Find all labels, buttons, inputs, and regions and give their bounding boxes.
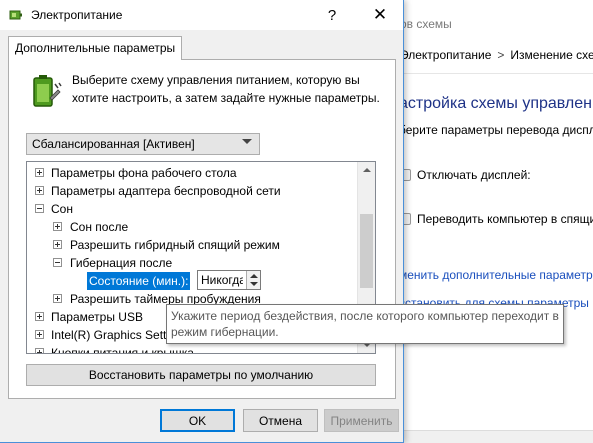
breadcrumb-item-edit-plan[interactable]: Изменение схем xyxy=(510,48,593,62)
tree-item-desktop-background[interactable]: Параметры фона рабочего стола xyxy=(27,164,357,182)
tree-item-label: Кнопки питания и крышка xyxy=(51,346,194,354)
cancel-button[interactable]: Отмена xyxy=(243,409,318,432)
breadcrumb-item-power[interactable]: Электропитание xyxy=(400,48,491,62)
power-options-dialog: Электропитание ? ✕ Дополнительные параме… xyxy=(0,0,404,443)
tree-item-sleep-after[interactable]: Сон после xyxy=(27,218,357,236)
tab-advanced-settings[interactable]: Дополнительные параметры xyxy=(8,36,183,60)
restore-defaults-button[interactable]: Восстановить параметры по умолчанию xyxy=(26,364,376,386)
tree-item-label: Гибернация после xyxy=(70,256,173,270)
close-button[interactable]: ✕ xyxy=(357,0,403,30)
expand-icon[interactable] xyxy=(53,222,62,231)
tree-item-hibernate-after[interactable]: Гибернация после xyxy=(27,254,357,272)
display-off-label: Отключать дисплей: xyxy=(417,168,531,182)
expand-icon[interactable] xyxy=(35,348,44,353)
spin-buttons xyxy=(246,271,260,289)
sleep-label: Переводить компьютер в спящи xyxy=(417,212,593,226)
battery-plug-icon xyxy=(33,75,62,107)
expand-icon[interactable] xyxy=(53,294,62,303)
apply-button[interactable]: Применить xyxy=(324,409,399,432)
expand-icon[interactable] xyxy=(35,330,44,339)
power-scheme-dropdown[interactable]: Сбалансированная [Активен] xyxy=(26,133,260,155)
dialog-title: Электропитание xyxy=(31,8,123,22)
setting-tooltip: Укажите период бездействия, после которо… xyxy=(166,304,564,344)
tree-item-hibernate-setting[interactable]: Состояние (мин.): xyxy=(27,272,357,290)
hibernate-minutes-value[interactable]: Никогда xyxy=(201,273,243,287)
collapse-icon[interactable] xyxy=(35,204,44,213)
tree-item-label: Параметры фона рабочего стола xyxy=(51,166,237,180)
spin-down-icon[interactable] xyxy=(250,282,258,286)
tree-item-label: Параметры адаптера беспроводной сети xyxy=(51,184,281,198)
control-panel-title: ов схемы xyxy=(400,17,452,31)
ok-button[interactable]: OK xyxy=(160,409,235,432)
page-heading: астройка схемы управлени xyxy=(399,95,593,112)
tree-item-label: Параметры USB xyxy=(51,310,143,324)
advanced-settings-link[interactable]: менить дополнительные параметр xyxy=(399,268,593,282)
breadcrumb-separator-icon: > xyxy=(497,48,505,62)
help-button[interactable]: ? xyxy=(309,0,355,30)
dialog-titlebar[interactable]: Электропитание ? ✕ xyxy=(0,0,403,30)
tree-item-label: Разрешить гибридный спящий режим xyxy=(70,238,280,252)
tree-item-label: Сон xyxy=(51,202,73,216)
tree-item-power-buttons[interactable]: Кнопки питания и крышка xyxy=(27,344,357,354)
expand-icon[interactable] xyxy=(35,168,44,177)
intro-text: Выберите схему управления питанием, кото… xyxy=(72,73,380,105)
expand-icon[interactable] xyxy=(53,240,62,249)
tree-item-sleep[interactable]: Сон xyxy=(27,200,357,218)
power-options-icon xyxy=(9,10,22,20)
spin-up-icon[interactable] xyxy=(250,274,258,278)
setting-label-selected: Состояние (мин.): xyxy=(87,272,191,290)
display-off-option: Отключать дисплей: xyxy=(399,168,531,182)
scroll-up-icon[interactable] xyxy=(363,168,371,172)
power-scheme-value: Сбалансированная [Активен] xyxy=(32,137,195,151)
tree-item-wireless-adapter[interactable]: Параметры адаптера беспроводной сети xyxy=(27,182,357,200)
expand-icon[interactable] xyxy=(35,186,44,195)
breadcrumb: Электропитание > Изменение схем xyxy=(400,48,593,62)
chevron-down-icon xyxy=(242,139,252,144)
scrollbar-thumb[interactable] xyxy=(360,214,373,288)
tree-item-label: Intel(R) Graphics Setti xyxy=(51,328,170,342)
sleep-option: Переводить компьютер в спящи xyxy=(399,212,593,226)
hibernate-minutes-stepper[interactable]: Никогда xyxy=(197,270,261,290)
expand-icon[interactable] xyxy=(35,312,44,321)
tree-item-hybrid-sleep[interactable]: Разрешить гибридный спящий режим xyxy=(27,236,357,254)
tree-item-label: Сон после xyxy=(70,220,129,234)
collapse-icon[interactable] xyxy=(53,258,62,267)
page-subtitle: берите параметры перевода диспл xyxy=(399,123,593,137)
